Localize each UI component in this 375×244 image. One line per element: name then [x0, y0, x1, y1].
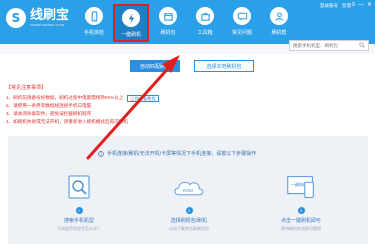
minimize-icon[interactable]: — — [358, 2, 364, 8]
flash-screen-illustration: 一键刷机 — [284, 172, 318, 204]
step-number: 3 — [297, 207, 305, 214]
panel-heading: 手机连接/刷机/无法开机/卡屏等情况下手机连接，请按以下步骤操作 — [98, 150, 256, 157]
note-item: 3、请关闭杀毒软件，避免误拦截刷机程序 — [6, 111, 92, 116]
tab-one-click-flash[interactable]: 一键刷机 — [113, 4, 149, 42]
note-item: 1、刷机前请备份好数据，刷机过程中电量需保持50%以上 立即查看教程 — [6, 94, 246, 102]
note-item: 4、如刷机失败或无法开机，请重新进入刷机模式后再次刷机 — [6, 119, 128, 124]
package-icon — [159, 7, 177, 25]
tab-flash-help[interactable]: 刷机帮 — [261, 4, 297, 42]
app-logo: S 线刷宝 xianshuabao.com — [6, 8, 69, 28]
tab-phone-check[interactable]: 手机体检 — [76, 4, 112, 42]
step-subtitle[interactable]: 等待刷机完成即可使用 — [281, 226, 321, 232]
app-title: 线刷宝 — [30, 7, 70, 22]
main-tabs: 手机体检 一键刷机 刷机包 工具箱 常见问题 刷机帮 — [76, 4, 298, 42]
step-title[interactable]: 点击一键刷机即可 — [281, 217, 321, 224]
user-icon — [270, 7, 288, 25]
tutorial-link[interactable]: 立即查看教程 — [127, 94, 159, 102]
rom-cloud-illustration: ROM — [172, 172, 206, 204]
menu-icon[interactable]: ≡ — [351, 2, 355, 8]
note-item: 2、请使用一条原装数据线连接手机与电脑 — [6, 103, 92, 108]
flash-icon — [122, 9, 140, 27]
steps-panel: 手机连接/刷机/无法开机/卡屏等情况下手机连接，请按以下步骤操作 1 搜索手机机… — [8, 136, 368, 244]
notes-section: 【常见注意事项】 1、刷机前请备份好数据，刷机过程中电量需保持50%以上 立即查… — [6, 84, 246, 126]
logo-mark: S — [6, 8, 26, 28]
feedback-link[interactable]: 反馈 — [342, 3, 351, 9]
step-select-rom[interactable]: ROM 2 选择刷机包/刷机 自动下载并匹配刷机包 — [144, 172, 234, 232]
screen-label: 一键刷机 — [291, 182, 306, 187]
step-subtitle[interactable]: 自动下载并匹配刷机包 — [169, 226, 209, 232]
step-search-model[interactable]: 1 搜索手机机型 不知道手机型号怎么办？ — [34, 172, 124, 232]
search-box[interactable] — [289, 40, 369, 51]
tab-rom-package[interactable]: 刷机包 — [150, 4, 186, 42]
rom-label: ROM — [183, 188, 193, 193]
tab-faq[interactable]: 常见问题 — [224, 4, 260, 42]
auto-match-flash-button[interactable]: 自动匹配刷机 — [130, 60, 180, 72]
toolbox-icon — [196, 7, 214, 25]
local-package-button[interactable]: 选择本地刷机包 — [194, 60, 254, 72]
step-number: 1 — [75, 207, 83, 214]
app-header: S 线刷宝 xianshuabao.com 手机体检 一键刷机 刷机包 工具箱 … — [0, 0, 375, 44]
tab-toolbox[interactable]: 工具箱 — [187, 4, 223, 42]
search-input[interactable] — [293, 43, 359, 48]
window-controls: ≡ — ✕ — [351, 2, 372, 8]
top-links: 登录账号 反馈 — [320, 3, 351, 9]
info-icon — [98, 150, 104, 157]
login-link[interactable]: 登录账号 — [320, 3, 338, 9]
faq-icon — [233, 7, 251, 25]
step-number: 2 — [185, 207, 193, 214]
flash-action-buttons: 自动匹配刷机 选择本地刷机包 — [130, 60, 254, 72]
close-icon[interactable]: ✕ — [367, 2, 372, 8]
app-subtitle: xianshuabao.com — [30, 22, 65, 27]
search-icon[interactable] — [359, 41, 365, 50]
step-title[interactable]: 搜索手机机型 — [64, 217, 94, 224]
step-one-click-flash[interactable]: 一键刷机 3 点击一键刷机即可 等待刷机完成即可使用 — [256, 172, 346, 232]
phone-icon — [85, 7, 103, 25]
search-device-illustration — [62, 172, 96, 204]
notes-title: 【常见注意事项】 — [6, 85, 47, 91]
step-title[interactable]: 选择刷机包/刷机 — [171, 217, 207, 224]
step-subtitle[interactable]: 不知道手机型号怎么办？ — [57, 226, 101, 232]
